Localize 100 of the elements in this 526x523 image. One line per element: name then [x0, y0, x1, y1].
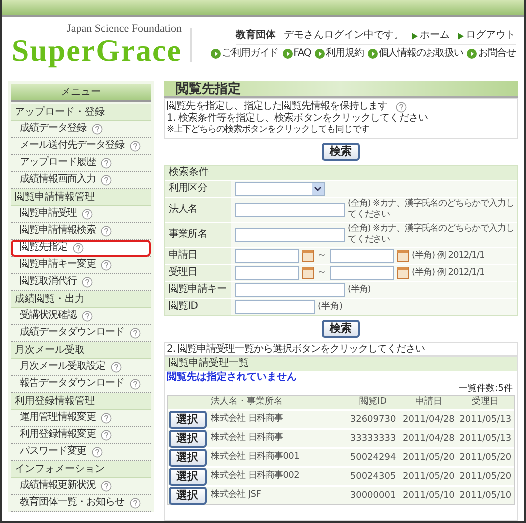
help-icon[interactable]	[130, 140, 140, 152]
help-icon[interactable]	[130, 498, 140, 508]
browse-id: 50024294	[349, 452, 398, 464]
menu-item[interactable]: 教育団体一覧・お知らせ	[11, 494, 151, 512]
help-icon[interactable]	[101, 480, 112, 492]
field-label: 申請日	[165, 248, 231, 264]
select-button[interactable]: 選択	[168, 410, 207, 428]
menu-item-label: パスワード変更	[20, 446, 86, 458]
header-link[interactable]: ホーム	[412, 30, 450, 42]
text-field[interactable]	[330, 266, 394, 280]
menu-item-label: 閲覧先指定	[20, 242, 68, 254]
help-icon[interactable]	[92, 124, 102, 134]
arrow-circle-icon	[282, 49, 293, 59]
range-separator: ～	[317, 250, 327, 262]
menu-item[interactable]: 報告データダウンロード	[11, 376, 151, 392]
search-button[interactable]: 検索	[322, 143, 360, 161]
help-icon[interactable]	[110, 362, 122, 372]
help-icon[interactable]	[101, 174, 112, 186]
select-button[interactable]: 選択	[168, 448, 207, 466]
menu-item[interactable]: 成績情報画面入力	[11, 172, 151, 188]
help-icon[interactable]	[82, 310, 93, 322]
menu-item-label: メール送付先データ登録	[20, 140, 124, 152]
user-type: 教育団体	[236, 30, 276, 42]
text-field[interactable]	[235, 228, 345, 242]
menu-section-title: 月次メール受取	[11, 342, 151, 359]
menu-item-label: 閲覧申請キー変更	[20, 259, 96, 271]
help-icon[interactable]	[130, 378, 140, 390]
help-icon[interactable]	[72, 242, 84, 254]
menu-item[interactable]: 成績情報更新状況	[11, 478, 151, 494]
nav-link[interactable]: 個人情報のお取扱い	[368, 48, 464, 60]
application-date: 2011/04/28	[402, 432, 456, 444]
field-hint: (全角) ※カナ、漢字氏名のどちらかで入力してください	[348, 199, 516, 221]
help-icon[interactable]	[130, 328, 140, 338]
field-label: 受理日	[165, 265, 231, 281]
acceptance-date: 2011/05/13	[458, 414, 513, 426]
help-icon[interactable]	[101, 158, 112, 168]
text-field[interactable]	[235, 266, 299, 280]
help-icon[interactable]	[82, 276, 93, 288]
menu-item[interactable]: 月次メール受取設定	[11, 358, 151, 376]
help-icon[interactable]	[101, 412, 112, 424]
field-hint: (半角) 例 2012/1/1	[412, 250, 485, 262]
menu-section-title: 利用登録情報管理	[11, 393, 151, 410]
menu-item-label: 利用登録情報変更	[20, 429, 96, 441]
calendar-icon[interactable]	[302, 250, 314, 262]
menu-item[interactable]: 成績データダウンロード	[11, 324, 151, 342]
nav-link[interactable]: FAQ	[282, 48, 312, 60]
help-icon[interactable]	[101, 430, 112, 440]
text-field[interactable]	[235, 203, 345, 217]
acceptance-date: 2011/05/20	[458, 470, 513, 482]
tagline: Japan Science Foundation	[67, 23, 182, 35]
nav-link[interactable]: 利用規約	[315, 48, 364, 60]
select-button[interactable]: 選択	[168, 430, 207, 448]
acceptance-date: 2011/05/20	[458, 452, 513, 464]
text-field[interactable]	[235, 283, 345, 297]
company-name: 株式会社 日科商事	[210, 432, 284, 444]
text-field[interactable]	[235, 300, 315, 314]
menu-item[interactable]: 閲覧先指定	[11, 240, 151, 256]
help-icon[interactable]	[92, 446, 102, 458]
calendar-icon[interactable]	[397, 267, 409, 279]
menu-item[interactable]: 閲覧取消代行	[11, 274, 151, 290]
text-field[interactable]	[330, 249, 394, 263]
column-header: 法人名・事業所名	[210, 396, 284, 409]
dropdown[interactable]	[235, 182, 325, 196]
page-title: 閲覧先指定	[164, 81, 518, 98]
select-button[interactable]: 選択	[168, 486, 207, 504]
menu-item-label: 閲覧取消代行	[20, 276, 77, 288]
select-button[interactable]: 選択	[168, 468, 207, 486]
menu-item-label: 月次メール受取設定	[20, 361, 106, 373]
conditions-title: 検索条件	[165, 166, 517, 180]
menu-item-label: 閲覧申請受理	[20, 208, 77, 220]
menu-item[interactable]: パスワード変更	[11, 444, 151, 460]
calendar-icon[interactable]	[302, 267, 314, 279]
help-icon[interactable]	[101, 260, 112, 270]
text-field[interactable]	[235, 249, 299, 263]
nav-link[interactable]: ご利用ガイド	[211, 48, 279, 60]
menu-item[interactable]: アップロード履歴	[11, 154, 151, 172]
company-name: 株式会社 日科商事001	[210, 450, 301, 463]
header-link[interactable]: ログアウト	[458, 30, 516, 42]
application-date: 2011/05/20	[402, 470, 456, 482]
help-icon[interactable]	[396, 102, 407, 112]
help-icon[interactable]	[82, 208, 93, 220]
menu-item[interactable]: メール送付先データ登録	[11, 138, 151, 154]
nav-link[interactable]: お問合せ	[467, 48, 516, 60]
field-label: 閲覧ID	[165, 299, 231, 315]
list-title: 閲覧申請受理一覧	[165, 357, 517, 371]
menu-item-label: 成績情報画面入力	[20, 174, 96, 186]
application-date: 2011/05/10	[402, 490, 456, 502]
search-button[interactable]: 検索	[322, 320, 360, 338]
acceptance-date: 2011/05/10	[458, 490, 513, 502]
menu-item[interactable]: 受講状況確認	[11, 308, 151, 324]
help-icon[interactable]	[101, 226, 112, 236]
calendar-icon[interactable]	[397, 250, 409, 262]
menu-item[interactable]: 閲覧申請キー変更	[11, 256, 151, 274]
company-name: 株式会社 日科商事	[210, 412, 284, 425]
menu-item[interactable]: 閲覧申請受理	[11, 206, 151, 222]
menu-item[interactable]: 利用登録情報変更	[11, 426, 151, 444]
menu-item[interactable]: 閲覧申請情報検索	[11, 222, 151, 240]
arrow-circle-icon	[315, 49, 326, 59]
menu-item[interactable]: 成績データ登録	[11, 120, 151, 138]
menu-item[interactable]: 運用管理情報変更	[11, 410, 151, 426]
